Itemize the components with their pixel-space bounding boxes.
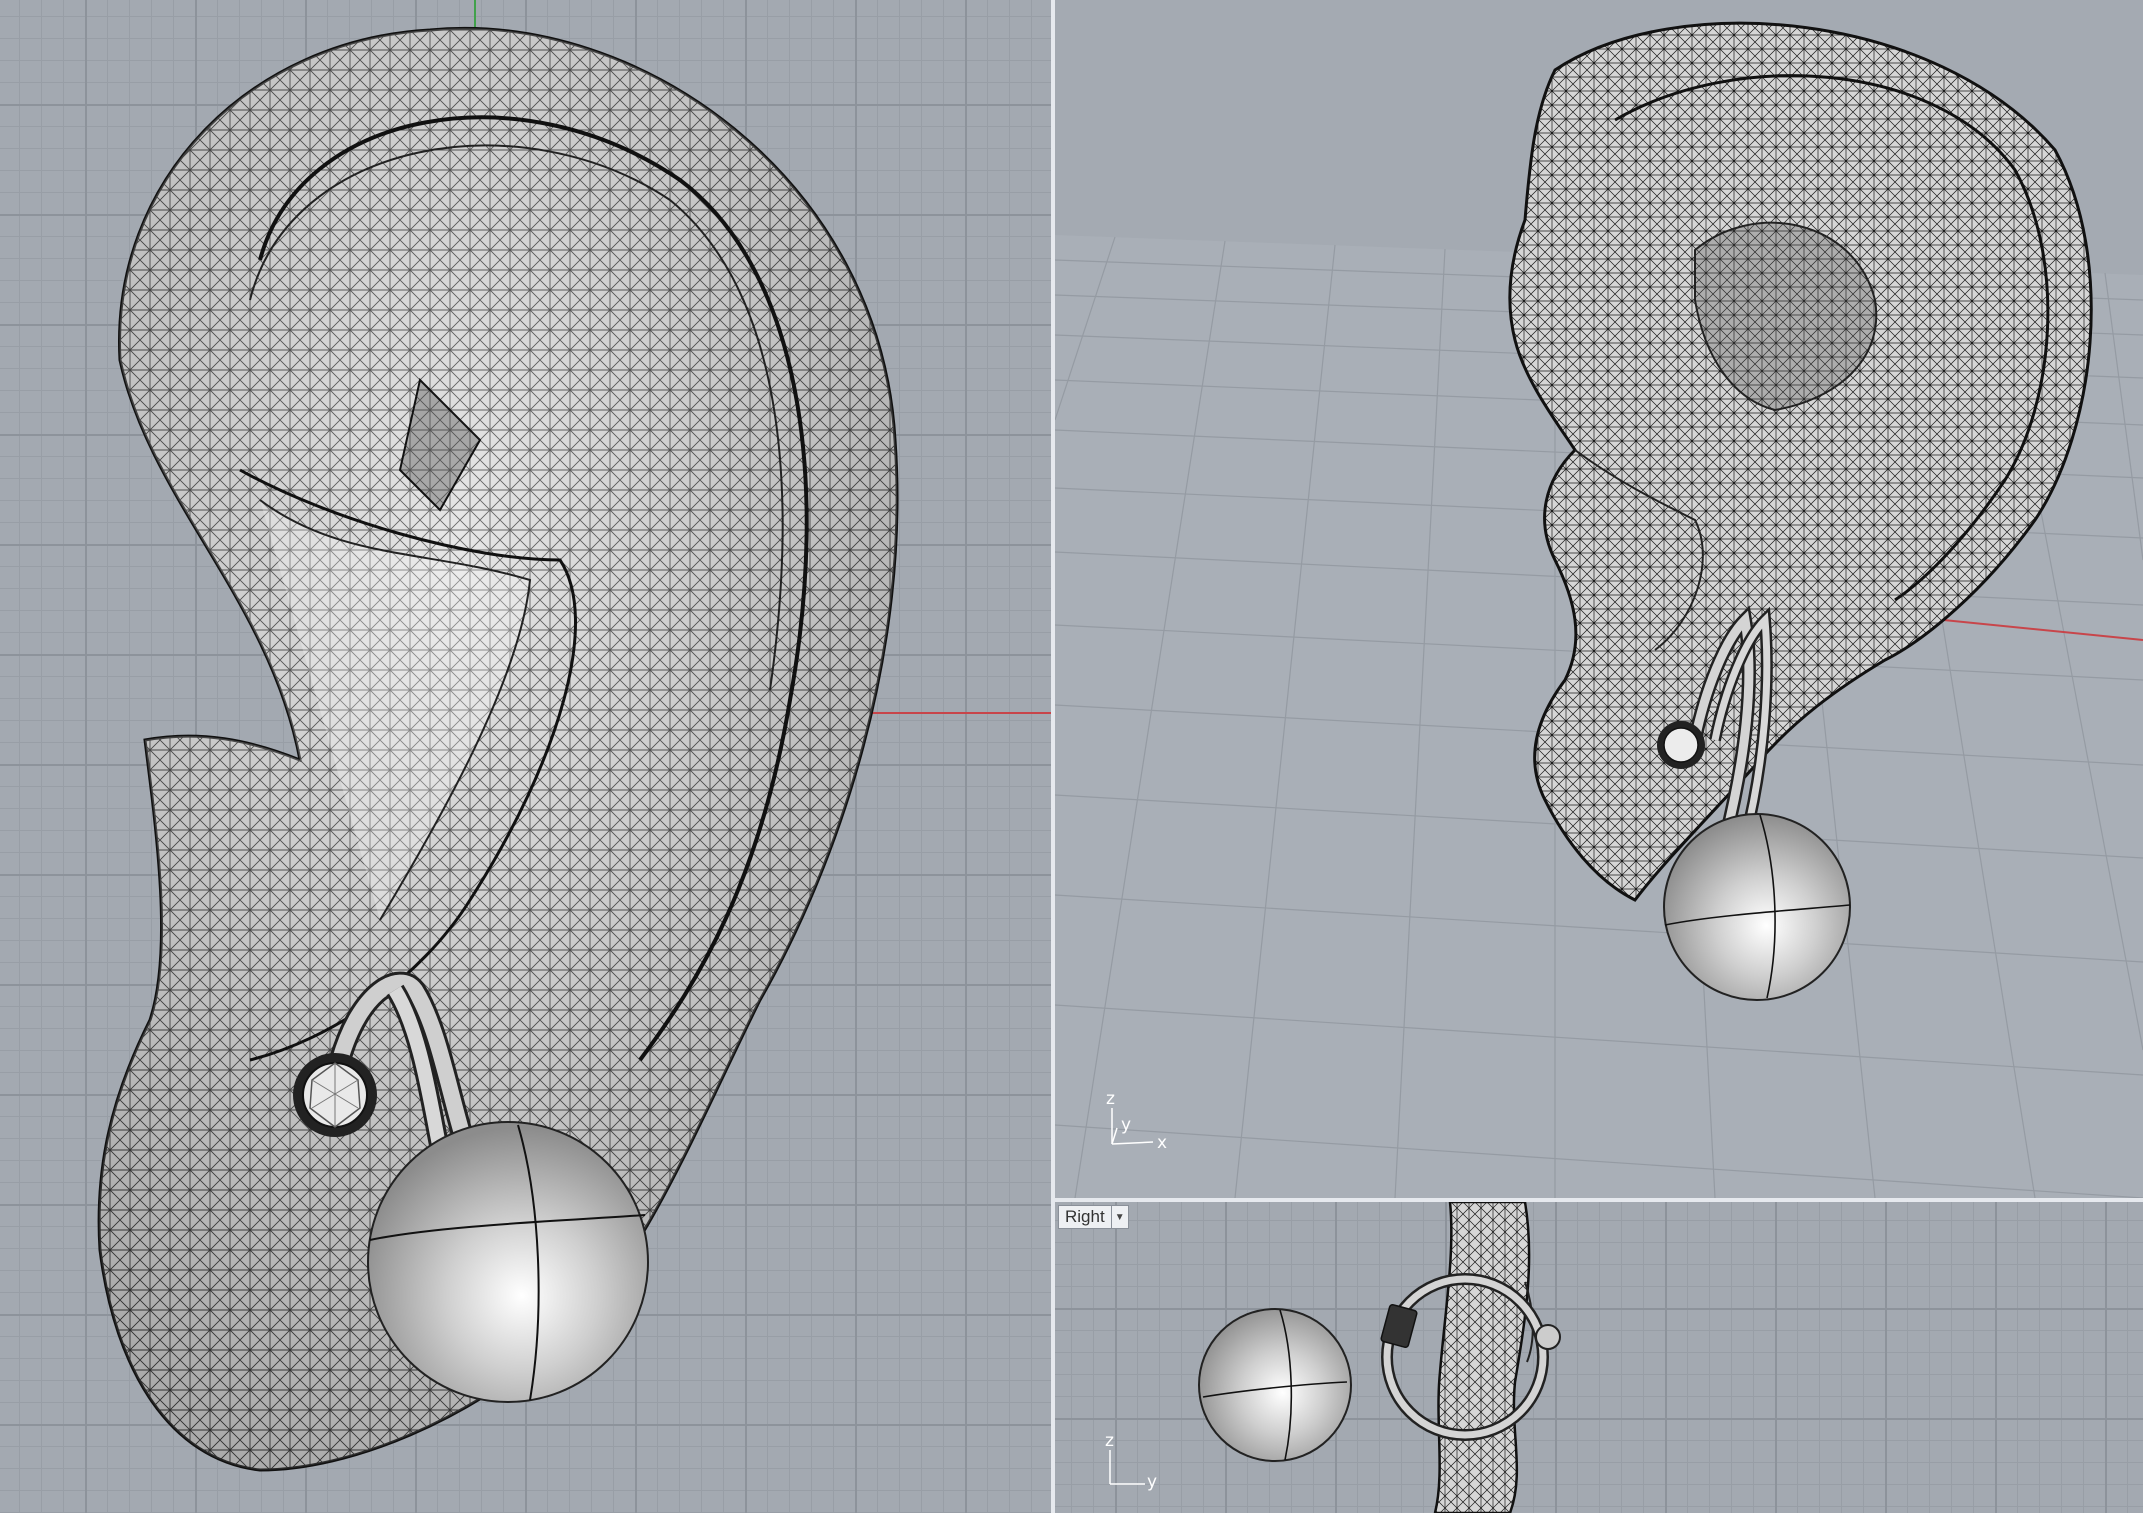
front-viewport-canvas: [97, 0, 1051, 1472]
front-viewport[interactable]: [0, 0, 1051, 1513]
chevron-down-icon[interactable]: ▼: [1110, 1206, 1128, 1228]
gemstone-setting[interactable]: [1657, 721, 1705, 769]
axis-label-y: y: [1147, 1472, 1157, 1492]
gemstone-setting[interactable]: [293, 1053, 377, 1137]
viewport-title-tab[interactable]: Right ▼: [1058, 1205, 1129, 1229]
axis-label-z: z: [1105, 1431, 1114, 1451]
right-viewport[interactable]: z y Right ▼: [1055, 1202, 2143, 1513]
ear-mesh[interactable]: [1433, 1202, 1534, 1513]
pearl-sphere[interactable]: [1663, 813, 1851, 1001]
axis-label-x: x: [1157, 1133, 1167, 1153]
viewport-title-label[interactable]: Right: [1059, 1206, 1111, 1228]
axis-label-y: y: [1121, 1115, 1131, 1135]
perspective-viewport-canvas: z y x: [1055, 21, 2143, 1198]
pearl-sphere[interactable]: [367, 1121, 649, 1403]
axis-label-z: z: [1106, 1089, 1115, 1109]
right-viewport-canvas: z y: [1105, 1202, 1561, 1513]
pearl-sphere[interactable]: [1198, 1308, 1352, 1462]
perspective-viewport[interactable]: z y x: [1055, 0, 2143, 1198]
axis-gizmo: z y: [1105, 1431, 1157, 1492]
